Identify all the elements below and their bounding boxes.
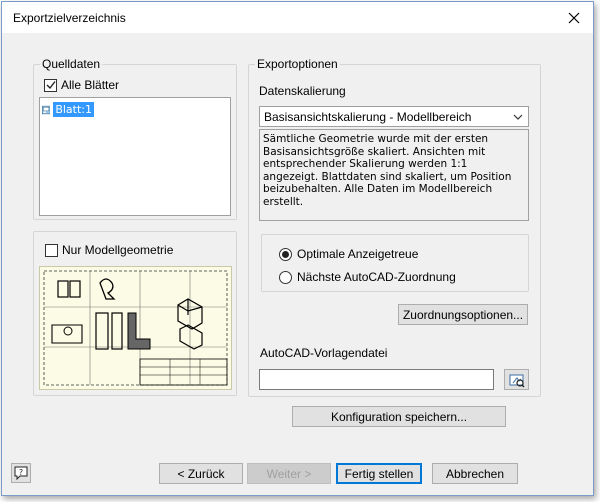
finish-button[interactable]: Fertig stellen xyxy=(336,463,422,484)
list-item[interactable]: Blatt:1 xyxy=(42,101,94,118)
chevron-down-icon xyxy=(513,114,523,120)
drawing-preview xyxy=(39,266,232,390)
close-button[interactable] xyxy=(563,7,585,29)
sheet-item-label: Blatt:1 xyxy=(53,102,94,117)
cancel-button[interactable]: Abbrechen xyxy=(432,463,518,484)
next-button[interactable]: Weiter > xyxy=(247,463,331,484)
nearest-mapping-radio[interactable] xyxy=(279,270,292,284)
scaling-description: Sämtliche Geometrie wurde mit der ersten… xyxy=(259,129,529,221)
save-configuration-button[interactable]: Konfiguration speichern... xyxy=(292,406,506,427)
window-title: Exportzielverzeichnis xyxy=(13,11,126,25)
template-label: AutoCAD-Vorlagendatei xyxy=(260,346,388,360)
title-bar: Exportzielverzeichnis xyxy=(2,2,593,33)
scaling-dropdown[interactable]: Basisansichtskalierung - Modellbereich xyxy=(259,106,529,127)
template-file-input[interactable] xyxy=(259,369,494,390)
nearest-mapping-radio-row[interactable]: Nächste AutoCAD-Zuordnung xyxy=(279,270,456,284)
scaling-label: Datenskalierung xyxy=(259,84,346,98)
sheet-list[interactable]: Blatt:1 xyxy=(39,97,231,216)
nearest-mapping-label: Nächste AutoCAD-Zuordnung xyxy=(297,270,456,284)
help-button[interactable]: ? xyxy=(11,463,31,483)
svg-text:?: ? xyxy=(19,468,23,477)
all-sheets-checkbox[interactable] xyxy=(44,78,57,92)
export-options-legend: Exportoptionen xyxy=(255,57,340,71)
checkmark-icon xyxy=(46,81,56,90)
model-geometry-label: Nur Modellgeometrie xyxy=(62,243,174,257)
all-sheets-label: Alle Blätter xyxy=(61,78,120,92)
mapping-options-button[interactable]: Zuordnungsoptionen... xyxy=(398,304,528,325)
model-geometry-checkbox-row[interactable]: Nur Modellgeometrie xyxy=(45,243,173,257)
scaling-dropdown-value: Basisansichtskalierung - Modellbereich xyxy=(264,109,472,124)
optimal-fidelity-radio-row[interactable]: Optimale Anzeigetreue xyxy=(279,247,418,261)
browse-template-button[interactable] xyxy=(504,369,529,390)
model-geometry-checkbox[interactable] xyxy=(45,243,58,257)
optimal-fidelity-radio[interactable] xyxy=(279,247,292,261)
radio-selected-dot xyxy=(282,250,289,258)
help-icon: ? xyxy=(14,466,28,480)
back-button[interactable]: < Zurück xyxy=(159,463,243,484)
export-dialog: Exportzielverzeichnis Quelldaten Alle Bl… xyxy=(1,1,594,496)
all-sheets-checkbox-row[interactable]: Alle Blätter xyxy=(44,78,119,92)
optimal-fidelity-label: Optimale Anzeigetreue xyxy=(297,247,419,261)
sheet-icon xyxy=(42,105,51,114)
close-icon xyxy=(568,12,580,24)
drawing-preview-image xyxy=(43,270,228,386)
folder-browse-icon xyxy=(509,374,524,387)
source-data-legend: Quelldaten xyxy=(40,57,103,71)
